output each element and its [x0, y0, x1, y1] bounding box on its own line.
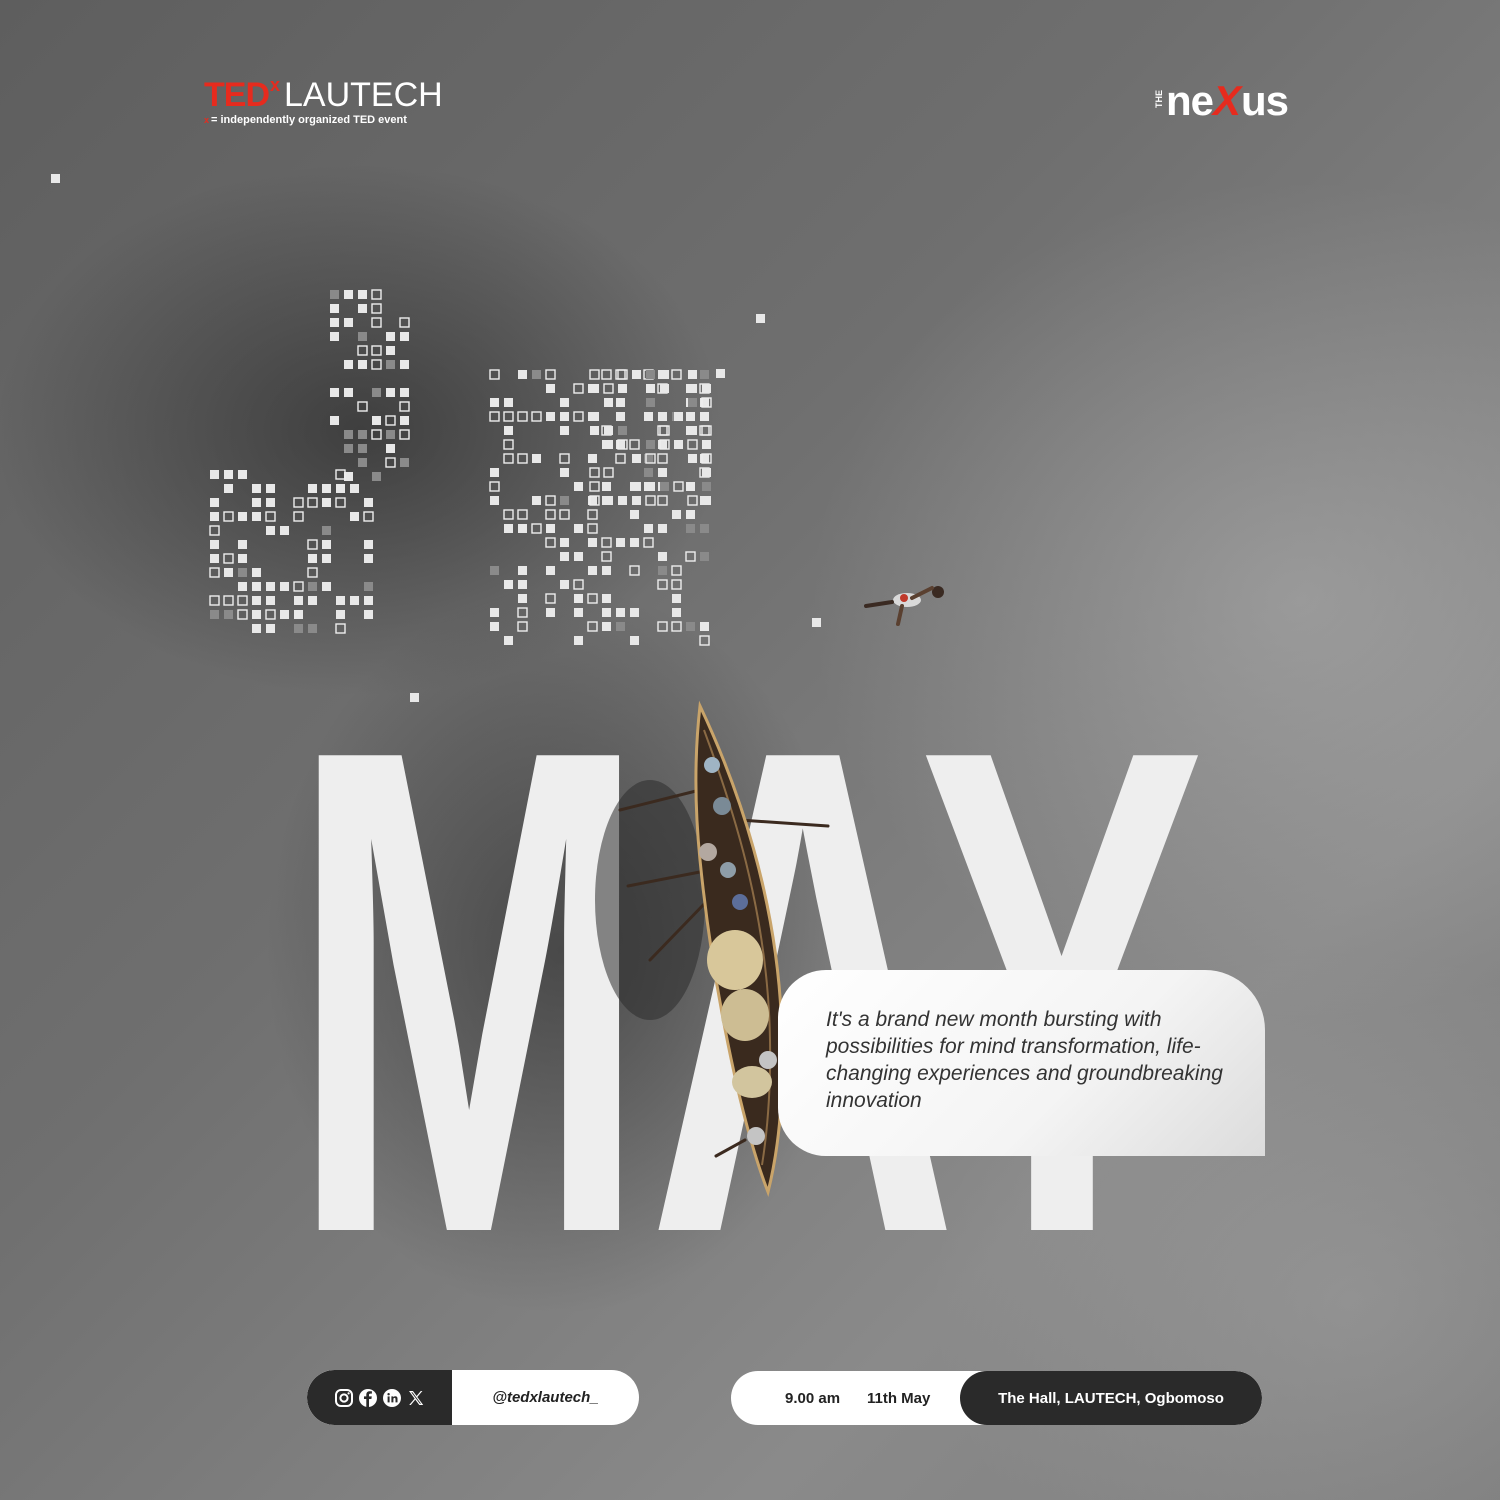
social-handle[interactable]: @tedxlautech_ [452, 1370, 639, 1425]
event-details-pill: 9.00 am 11th May The Hall, LAUTECH, Ogbo… [731, 1371, 1262, 1425]
canoe-illustration [595, 700, 830, 1197]
quote-text: It's a brand new month bursting with pos… [826, 1008, 1223, 1112]
quote-card: It's a brand new month bursting with pos… [778, 970, 1265, 1156]
event-time: 9.00 am [785, 1390, 841, 1407]
event-date: 11th May [867, 1390, 931, 1407]
linkedin-icon[interactable] [382, 1388, 402, 1408]
facebook-icon[interactable] [358, 1388, 378, 1408]
x-icon[interactable] [406, 1388, 426, 1408]
instagram-icon[interactable] [334, 1388, 354, 1408]
event-venue: The Hall, LAUTECH, Ogbomoso [960, 1371, 1262, 1425]
social-handle-pill[interactable]: @tedxlautech_ [307, 1370, 639, 1425]
poster: TED x LAUTECH x = independently organize… [0, 0, 1500, 1500]
social-icons-group [307, 1370, 452, 1425]
